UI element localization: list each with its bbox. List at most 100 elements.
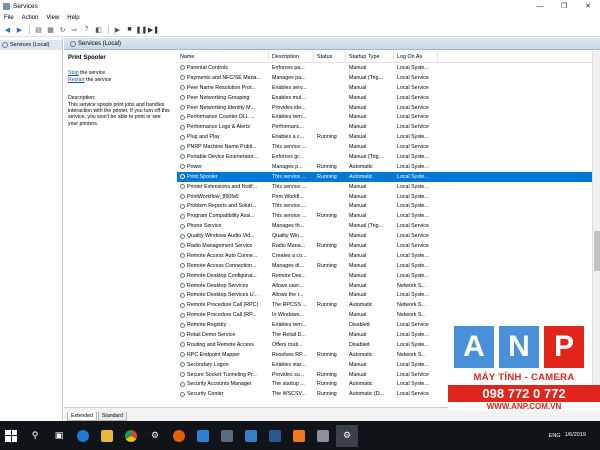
table-row[interactable]: Quality Windows Audio Vid... Quality Win.… (177, 231, 600, 241)
cell-name: Performance Logs & Alerts (177, 124, 269, 130)
cell-startup-type: Manual (349, 312, 367, 319)
column-header-description[interactable]: Description (269, 51, 314, 63)
settings-icon[interactable]: ⚙ (144, 425, 166, 447)
toolbar-separator (108, 25, 109, 34)
table-row[interactable]: Printer Extensions and Notif... This serv… (177, 182, 600, 192)
cell-description: Enables serv... (272, 84, 307, 91)
store-icon[interactable] (192, 425, 214, 447)
tree-item-services-local[interactable]: Services (Local) (0, 40, 62, 50)
cell-startup-type: Automatic (349, 163, 373, 170)
table-row[interactable]: Peer Name Resolution Prot... Enables serv… (177, 83, 600, 93)
word-icon[interactable] (264, 425, 286, 447)
service-name: Payments and NFC/SE Mana... (187, 74, 261, 81)
table-row[interactable]: Remote Desktop Services Allows user... Man… (177, 281, 600, 291)
image-viewer-icon[interactable] (312, 425, 334, 447)
column-header-log-on-as[interactable]: Log On As (394, 51, 438, 63)
table-row[interactable]: Problem Reports and Soluti... This servic… (177, 201, 600, 211)
show-hide-icon[interactable]: ◧ (93, 24, 104, 35)
stop-service-icon[interactable]: ■ (124, 24, 135, 35)
tab-standard[interactable]: Standard (97, 412, 127, 421)
menu-view[interactable]: View (42, 15, 63, 21)
watermark-logo: A N P (454, 326, 600, 368)
table-row[interactable]: Print Spooler This service ... Running Auto… (177, 171, 600, 182)
services-taskbar-icon[interactable]: ⚙ (336, 424, 358, 447)
table-row[interactable]: Remote Access Connection... Manages di...… (177, 261, 600, 271)
help-icon[interactable]: ? (81, 24, 92, 35)
cell-description: Allows the r... (272, 292, 304, 299)
table-row[interactable]: Remote Access Auto Conne... Creates a co.… (177, 251, 600, 261)
stop-service-link[interactable]: Stop (68, 70, 79, 76)
file-explorer-icon[interactable] (96, 425, 118, 447)
refresh-icon[interactable]: ↻ (57, 24, 68, 35)
edge-icon[interactable] (72, 425, 94, 447)
table-row[interactable]: PrintWorkflow_850fa5 Print Workfl... Manua… (177, 192, 600, 202)
chrome-icon[interactable] (120, 425, 142, 447)
table-row[interactable]: Radio Management Service Radio Mana... Run… (177, 241, 600, 251)
cell-name: PrintWorkflow_850fa5 (177, 194, 269, 200)
start-service-icon[interactable]: ▶ (112, 24, 123, 35)
cell-description: Manages p... (272, 163, 303, 170)
start-button[interactable] (0, 425, 22, 447)
restart-service-link[interactable]: Restart (68, 77, 85, 83)
cell-description: Offers routi... (272, 341, 303, 348)
menu-file[interactable]: File (0, 15, 18, 21)
column-header-status[interactable]: Status (314, 51, 346, 63)
scrollbar-thumb[interactable] (594, 231, 600, 271)
search-icon[interactable]: ⚲ (24, 425, 46, 447)
table-row[interactable]: Remote Procedure Call (RP... In Windows..… (177, 310, 600, 320)
cell-description: Allows user... (272, 282, 304, 289)
service-name: Performance Logs & Alerts (187, 124, 251, 131)
table-row[interactable]: Peer Networking Identity M... Provides id… (177, 103, 600, 113)
console-tree-icon[interactable]: ▤ (33, 24, 44, 35)
tab-extended[interactable]: Extended (67, 412, 97, 421)
clock[interactable]: 1/6/2019 (565, 432, 586, 439)
cell-description: Enables a c... (272, 134, 305, 141)
export-icon[interactable]: ⇨ (69, 24, 80, 35)
minimize-icon[interactable]: — (528, 0, 552, 12)
language-indicator[interactable]: ENG (549, 433, 561, 439)
table-row[interactable]: Portable Device Enumerator... Enforces gr… (177, 152, 600, 162)
menu-action[interactable]: Action (18, 15, 43, 21)
logo-letter-a: A (454, 326, 494, 368)
cell-startup-type: Manual (349, 272, 367, 279)
pause-service-icon[interactable]: ❚❚ (136, 24, 148, 35)
table-row[interactable]: Power Manages p... Running Automatic Local S… (177, 162, 600, 172)
firefox-icon[interactable] (168, 425, 190, 447)
table-row[interactable]: Parental Controls Enforces pa... Manual Loc… (177, 63, 600, 73)
cell-log-on-as: Local Syste... (397, 163, 429, 170)
media-player-icon[interactable] (288, 425, 310, 447)
photos-icon[interactable] (240, 425, 262, 447)
table-row[interactable]: Peer Networking Grouping Enables mul... Ma… (177, 93, 600, 103)
cell-startup-type: Automatic (D... (349, 391, 385, 398)
toolbar: ◀ ▶ ▤ ▦ ↻ ⇨ ? ◧ ▶ ■ ❚❚ ▶❚ (0, 23, 600, 37)
table-row[interactable]: PNRP Machine Name Publi... This service .… (177, 142, 600, 152)
cell-log-on-as: Local Syste... (397, 272, 429, 279)
cell-status: Running (317, 262, 337, 269)
table-row[interactable]: Remote Desktop Services U... Allows the r… (177, 290, 600, 300)
restart-service-icon[interactable]: ▶❚ (148, 24, 159, 35)
forward-icon[interactable]: ▶ (14, 24, 25, 35)
column-header-startup-type[interactable]: Startup Type (346, 51, 394, 63)
close-icon[interactable]: ✕ (576, 0, 600, 12)
app-icon[interactable] (216, 425, 238, 447)
service-gear-icon (180, 174, 185, 180)
table-row[interactable]: Program Compatibility Assi... This servic… (177, 211, 600, 221)
maximize-icon[interactable]: ❐ (552, 0, 576, 12)
cell-name: Payments and NFC/SE Mana... (177, 75, 269, 81)
task-view-icon[interactable]: ▣ (48, 425, 70, 447)
cell-description: The WSCSV... (272, 391, 306, 398)
cell-status: Running (317, 173, 337, 180)
table-row[interactable]: Performance Logs & Alerts Performanc... Ma… (177, 122, 600, 132)
service-name: Performance Counter DLL ... (187, 114, 255, 121)
back-icon[interactable]: ◀ (2, 24, 13, 35)
table-row[interactable]: Performance Counter DLL ... Enables rem..… (177, 112, 600, 122)
table-row[interactable]: Remote Procedure Call (RPC) The RPCSS ...… (177, 300, 600, 310)
table-row[interactable]: Payments and NFC/SE Mana... Manages pa...… (177, 73, 600, 83)
cell-description: This service ... (272, 144, 307, 151)
menu-help[interactable]: Help (63, 15, 83, 21)
table-row[interactable]: Plug and Play Enables a c... Running Manual… (177, 132, 600, 142)
table-row[interactable]: Phone Service Manages th... Manual (Trig..… (177, 221, 600, 231)
properties-icon[interactable]: ▦ (45, 24, 56, 35)
system-tray: ENG 1/6/2019 (549, 421, 600, 450)
table-row[interactable]: Remote Desktop Configurat... Remote Des..… (177, 271, 600, 281)
